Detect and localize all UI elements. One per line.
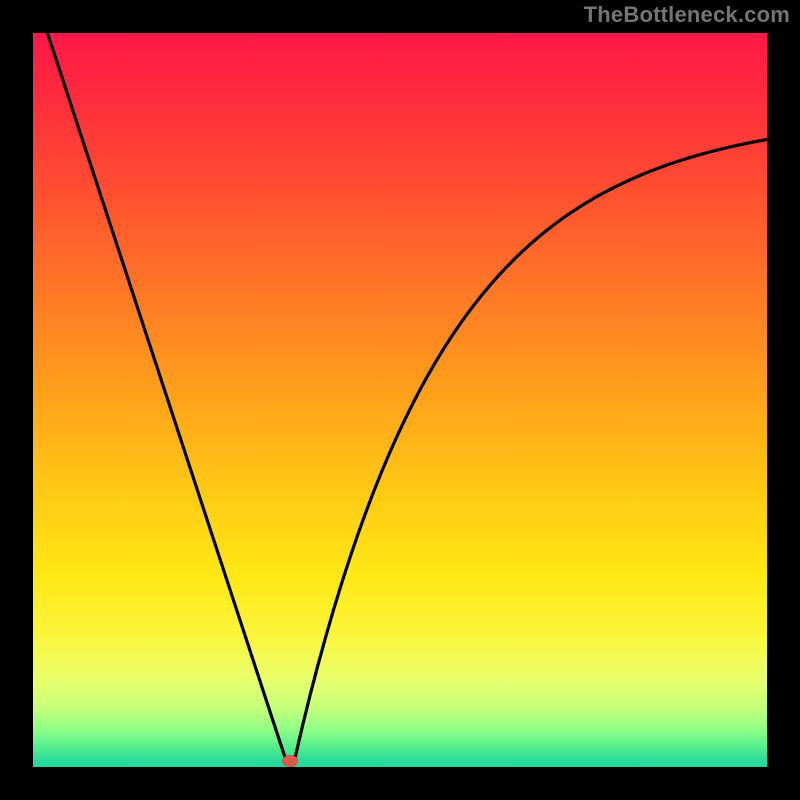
chart-frame: TheBottleneck.com: [0, 0, 800, 800]
plot-area: [33, 33, 767, 767]
watermark-text: TheBottleneck.com: [584, 2, 790, 28]
bottleneck-curve: [33, 33, 767, 767]
curve-path: [33, 33, 767, 761]
minimum-marker: [282, 755, 298, 767]
